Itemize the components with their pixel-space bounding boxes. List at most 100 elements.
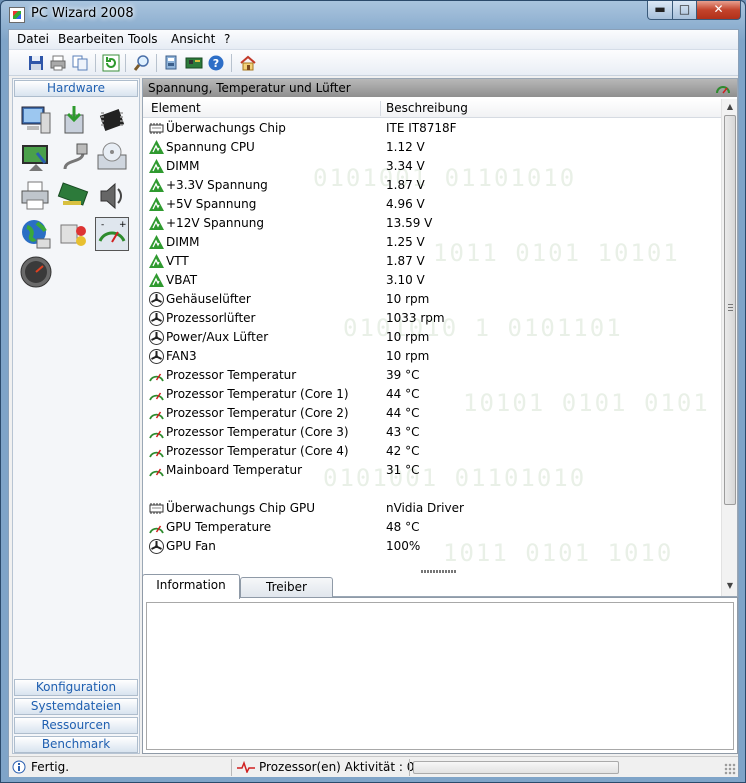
maximize-button[interactable]: □ xyxy=(672,1,697,20)
network-card-icon[interactable] xyxy=(57,179,91,213)
sensor-element: GPU Fan xyxy=(166,539,216,553)
sensor-list[interactable]: 0101001 01101010 1011 0101 10101 0101010… xyxy=(143,119,721,593)
sensor-row[interactable]: DIMM 1.25 V xyxy=(143,233,721,252)
sensor-row[interactable]: Spannung CPU 1.12 V xyxy=(143,138,721,157)
voltage-icon xyxy=(149,140,164,154)
sensor-row[interactable]: +5V Spannung 4.96 V xyxy=(143,195,721,214)
usb-icon[interactable] xyxy=(57,141,91,175)
sensor-row[interactable]: Mainboard Temperatur 31 °C xyxy=(143,461,721,480)
menu-help[interactable]: ? xyxy=(222,32,232,46)
svg-text:?: ? xyxy=(213,57,219,70)
vertical-scrollbar[interactable]: ▲ ▼ xyxy=(721,99,737,596)
sensor-row[interactable]: Prozessor Temperatur (Core 3) 43 °C xyxy=(143,423,721,442)
column-header-element[interactable]: Element xyxy=(151,101,201,115)
sidebar-header-hardware[interactable]: Hardware xyxy=(14,80,138,97)
cpu-activity-icon xyxy=(237,761,255,773)
sensor-row[interactable]: Prozessorlüfter 1033 rpm xyxy=(143,309,721,328)
sensor-value: 10 rpm xyxy=(386,349,430,363)
close-button[interactable]: ✕ xyxy=(696,1,741,20)
sensor-element: Prozessor Temperatur (Core 3) xyxy=(166,425,349,439)
minimize-button[interactable]: ▬ xyxy=(647,1,673,20)
toolbar-separator xyxy=(125,54,126,72)
sensor-row[interactable]: Prozessor Temperatur (Core 2) 44 °C xyxy=(143,404,721,423)
status-separator xyxy=(409,759,410,776)
menu-ansicht[interactable]: Ansicht xyxy=(169,32,217,46)
save-icon[interactable] xyxy=(27,54,45,72)
fan-icon xyxy=(149,349,164,364)
sensor-element: +3.3V Spannung xyxy=(166,178,268,192)
status-text: Fertig. xyxy=(31,760,70,774)
tab-information[interactable]: Information xyxy=(142,574,240,599)
ports-icon[interactable] xyxy=(57,217,91,251)
sensor-row[interactable]: +12V Spannung 13.59 V xyxy=(143,214,721,233)
information-text-area[interactable] xyxy=(146,602,734,750)
gauge-icon[interactable] xyxy=(19,255,53,289)
sensor-row[interactable]: Prozessor Temperatur (Core 4) 42 °C xyxy=(143,442,721,461)
help-icon[interactable]: ? xyxy=(207,54,225,72)
sidebar-section-systemdateien[interactable]: Systemdateien xyxy=(14,698,138,715)
column-header-description[interactable]: Beschreibung xyxy=(386,101,468,115)
sensor-row[interactable]: DIMM 3.34 V xyxy=(143,157,721,176)
sensor-row[interactable]: Überwachungs Chip ITE IT8718F xyxy=(143,119,721,138)
sensor-row[interactable]: Gehäuselüfter 10 rpm xyxy=(143,290,721,309)
voltage-icon xyxy=(149,254,164,268)
computer-icon[interactable] xyxy=(19,103,53,137)
sidebar-section-ressourcen[interactable]: Ressourcen xyxy=(14,717,138,734)
globe-icon[interactable] xyxy=(19,217,53,251)
resize-grip[interactable] xyxy=(724,763,736,775)
status-separator xyxy=(231,759,232,776)
sensor-row[interactable]: VTT 1.87 V xyxy=(143,252,721,271)
menu-datei[interactable]: Datei xyxy=(15,32,51,46)
sensor-row[interactable]: FAN3 10 rpm xyxy=(143,347,721,366)
sidebar-section-benchmark[interactable]: Benchmark xyxy=(14,736,138,753)
sensor-row[interactable]: +3.3V Spannung 1.87 V xyxy=(143,176,721,195)
printer-icon[interactable] xyxy=(19,179,53,213)
refresh-icon[interactable] xyxy=(102,54,120,72)
menu-tools[interactable]: Tools xyxy=(126,32,160,46)
sensor-element: GPU Temperature xyxy=(166,520,272,534)
drive-icon[interactable] xyxy=(95,141,129,175)
sensor-value: 1.87 V xyxy=(386,254,425,268)
column-divider[interactable] xyxy=(380,101,381,116)
sidebar-section-konfiguration[interactable]: Konfiguration xyxy=(14,679,138,696)
temperature-icon xyxy=(149,525,164,534)
sensor-row[interactable]: GPU Fan 100% xyxy=(143,537,721,556)
sensor-element: +12V Spannung xyxy=(166,216,264,230)
scroll-up-arrow[interactable]: ▲ xyxy=(725,102,735,112)
sensor-row[interactable]: GPU Temperature 48 °C xyxy=(143,518,721,537)
install-icon[interactable] xyxy=(57,103,91,137)
sensor-row[interactable]: Prozessor Temperatur 39 °C xyxy=(143,366,721,385)
module-icon[interactable] xyxy=(163,54,181,72)
monitor-icon[interactable] xyxy=(19,141,53,175)
sensor-row[interactable]: Power/Aux Lüfter 10 rpm xyxy=(143,328,721,347)
tab-treiber[interactable]: Treiber xyxy=(240,577,333,598)
info-icon xyxy=(12,760,26,774)
copy-icon[interactable] xyxy=(71,54,89,72)
print-icon[interactable] xyxy=(49,54,67,72)
scrollbar-grip xyxy=(728,304,733,313)
menu-bearbeiten[interactable]: Bearbeiten xyxy=(56,32,126,46)
sensor-value: 39 °C xyxy=(386,368,420,382)
sensor-row[interactable]: Prozessor Temperatur (Core 1) 44 °C xyxy=(143,385,721,404)
toolbar-separator xyxy=(231,54,232,72)
voltage-icon xyxy=(149,235,164,249)
sensor-value: 48 °C xyxy=(386,520,420,534)
sensor-row[interactable] xyxy=(143,480,721,499)
toolbar-separator xyxy=(95,54,96,72)
home-icon[interactable] xyxy=(239,54,257,72)
voltage-meter-icon[interactable]: - + xyxy=(95,217,129,251)
search-icon[interactable] xyxy=(133,54,151,72)
sensor-element: VTT xyxy=(166,254,189,268)
sensor-element: Prozessorlüfter xyxy=(166,311,256,325)
fan-icon xyxy=(149,330,164,345)
board-icon[interactable] xyxy=(185,54,203,72)
temperature-icon xyxy=(149,430,164,439)
sensor-value: 3.34 V xyxy=(386,159,425,173)
scrollbar-thumb[interactable] xyxy=(724,115,736,505)
chip-icon[interactable] xyxy=(95,103,129,137)
audio-icon[interactable] xyxy=(95,179,129,213)
sensor-row[interactable]: Überwachungs Chip GPU nVidia Driver xyxy=(143,499,721,518)
title-bar[interactable]: PC Wizard 2008 ▬ □ ✕ xyxy=(1,1,745,28)
pane-splitter-grip[interactable] xyxy=(421,570,457,573)
sensor-row[interactable]: VBAT 3.10 V xyxy=(143,271,721,290)
